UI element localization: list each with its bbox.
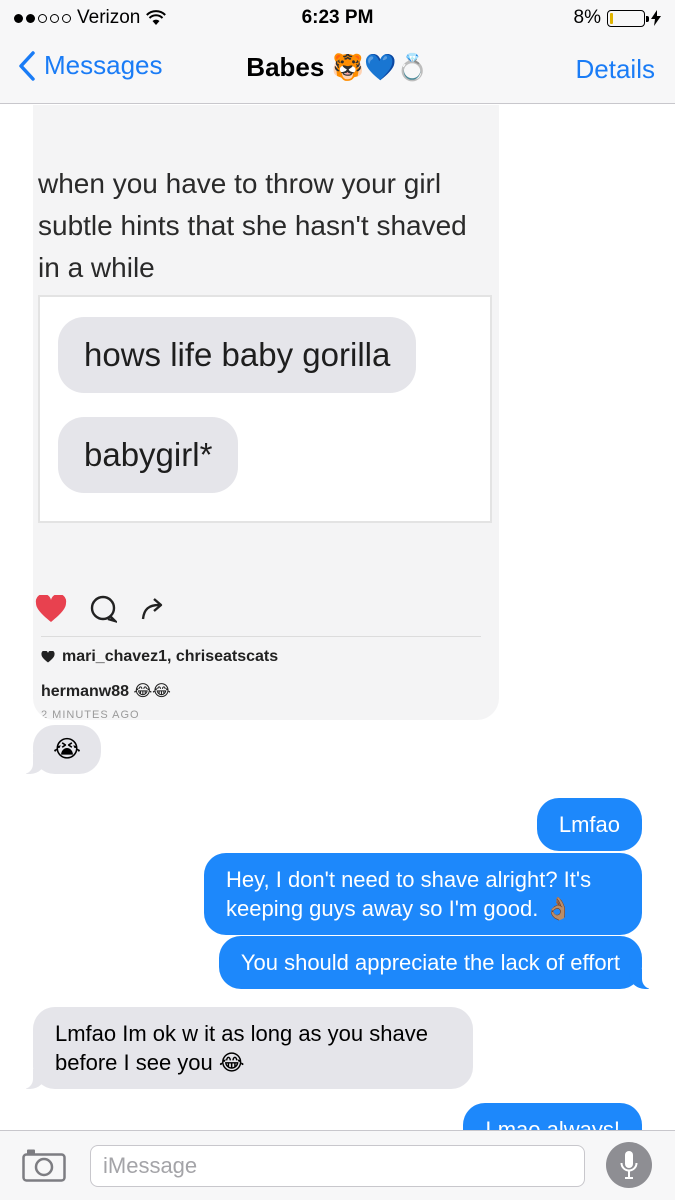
camera-icon [22,1149,66,1182]
post-comment: hermanw88 😂😂 [41,683,171,700]
contact-emoji: 🐯💙💍 [331,52,429,82]
battery-percent: 8% [573,7,601,28]
message-bubble-outgoing[interactable]: Lmfao [536,798,642,851]
message-bubble-incoming[interactable]: Lmfao Im ok w it as long as you shave be… [23,1007,473,1089]
post-actions [35,595,167,623]
battery-status: 8% [574,7,661,29]
post-likes: mari_chavez1, chriseatscats [41,648,278,666]
post-divider [41,636,481,637]
imessage-input[interactable] [90,1145,585,1187]
message-bubble-outgoing[interactable]: Lmao always! [463,1103,642,1130]
comment-icon [90,595,117,623]
meme-bubble-2: babygirl* [58,417,239,493]
microphone-button[interactable] [606,1142,652,1188]
message-thread[interactable]: when you have to throw your girl subtle … [0,105,675,1130]
meme-bubble-1: hows life baby gorilla [58,317,417,393]
compose-bar [0,1130,675,1200]
message-bubble-incoming[interactable]: 😭 [22,725,102,774]
message-bubble-outgoing[interactable]: Hey, I don't need to shave alright? It's… [204,853,642,935]
battery-level [610,12,613,24]
conversation-header: Messages Babes 🐯💙💍 Details [0,36,675,104]
likes-text: mari_chavez1, chriseatscats [62,648,279,665]
meme-screenshot: hows life baby gorilla babygirl* [38,295,492,523]
post-time: 2 MINUTES AGO [41,709,140,720]
message-bubble-outgoing[interactable]: You should appreciate the lack of effort [218,936,653,989]
contact-name: Babes [246,52,325,82]
image-attachment[interactable]: when you have to throw your girl subtle … [33,105,499,720]
small-heart-icon [41,651,55,663]
microphone-icon [620,1151,638,1179]
battery-icon [607,9,649,27]
conversation-title: Babes 🐯💙💍 [0,52,675,83]
details-button[interactable]: Details [576,54,655,85]
meme-caption: when you have to throw your girl subtle … [38,168,467,283]
camera-button[interactable] [22,1148,66,1187]
status-bar: Verizon 6:23 PM 8% [0,0,675,36]
charging-bolt-icon [651,10,661,26]
share-icon [141,598,163,620]
heart-icon [35,595,67,622]
